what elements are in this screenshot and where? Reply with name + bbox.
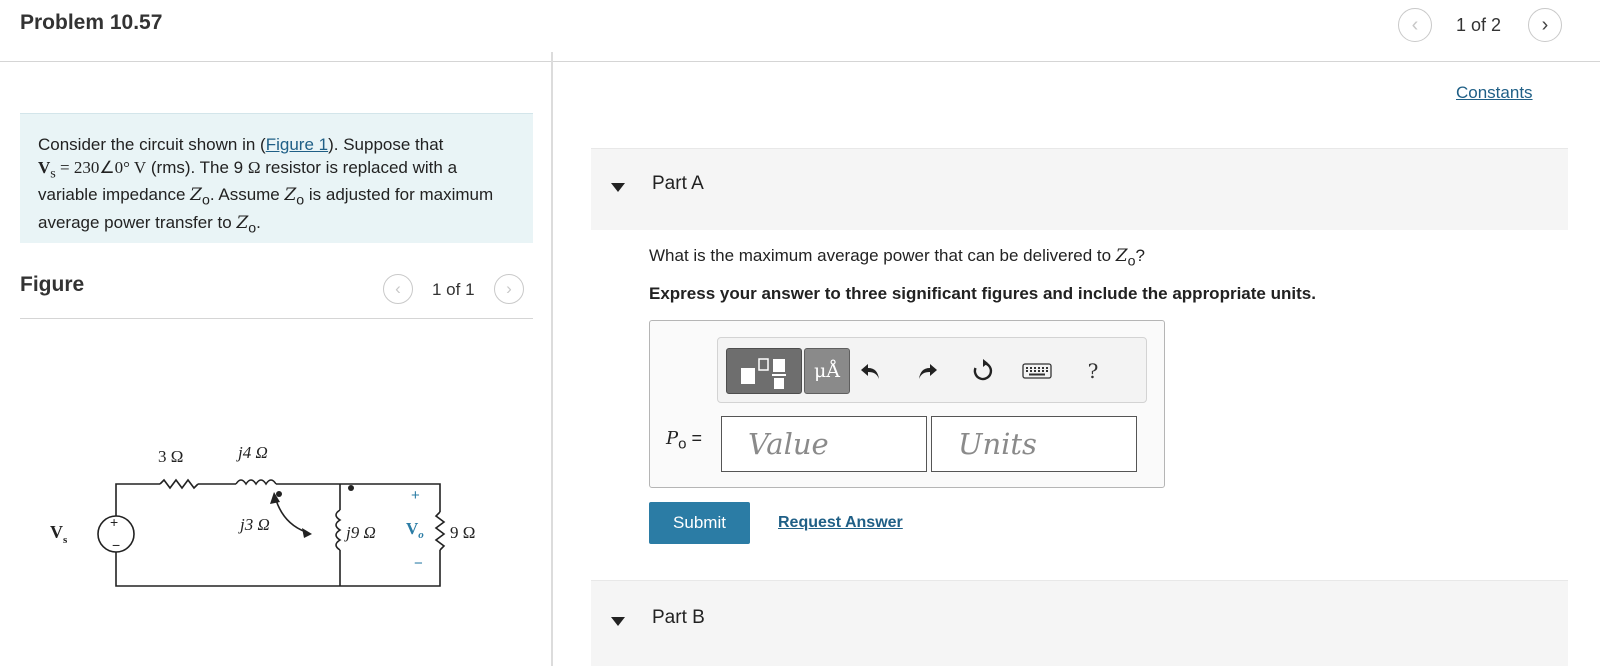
help-button[interactable]: ? (1078, 356, 1108, 386)
undo-button[interactable] (856, 356, 886, 386)
keyboard-button[interactable] (1020, 356, 1054, 386)
request-answer-link[interactable]: Request Answer (778, 514, 903, 532)
problem-header: Problem 10.57 ‹ 1 of 2 › (0, 0, 1600, 62)
zo-symbol-2: Z (284, 185, 297, 206)
caret-down-icon (611, 183, 625, 192)
redo-button[interactable] (912, 356, 942, 386)
constants-link[interactable]: Constants (1456, 83, 1533, 103)
label-3ohm: 3 Ω (158, 447, 183, 466)
question-text: What is the maximum average power that c… (649, 246, 1116, 265)
help-icon: ? (1087, 359, 1099, 383)
reset-icon (973, 359, 993, 381)
prompt-intro: Consider the circuit shown in ( (38, 135, 266, 154)
reset-button[interactable] (968, 356, 998, 386)
caret-down-icon (611, 617, 625, 626)
vs-symbol: V (38, 157, 51, 177)
zo-symbol-3: Z (236, 213, 249, 234)
label-j4ohm: j4 Ω (236, 443, 268, 462)
value-input[interactable] (721, 416, 927, 472)
templates-button[interactable] (726, 348, 802, 394)
source-plus-sign: + (110, 514, 118, 530)
panel-divider (551, 52, 553, 666)
previous-problem-button[interactable]: ‹ (1398, 8, 1432, 42)
problem-prompt: Consider the circuit shown in (Figure 1)… (20, 113, 533, 243)
next-figure-button[interactable]: › (494, 274, 524, 304)
resistor-9ohm-symbol (434, 511, 446, 551)
inductor-j4-symbol (235, 479, 277, 486)
chevron-right-icon: › (506, 279, 512, 298)
coupling-arrow (275, 499, 307, 533)
templates-icon (741, 358, 786, 389)
prompt-after-link: ). Suppose that (328, 135, 444, 154)
units-icon: μÅ (813, 360, 841, 382)
part-a-header[interactable]: Part A (591, 148, 1568, 230)
units-button[interactable]: μÅ (804, 348, 850, 394)
source-minus-sign: − (112, 537, 120, 553)
previous-figure-button[interactable]: ‹ (383, 274, 413, 304)
part-b-title: Part B (652, 607, 705, 628)
undo-icon (861, 364, 879, 379)
problem-page-count: 1 of 2 (1456, 15, 1502, 35)
prompt-line3: . Assume (209, 185, 285, 205)
zo-sub-2: o (296, 192, 305, 209)
label-vo: Vo (406, 519, 424, 541)
vs-value: = 230∠0° V (55, 157, 147, 177)
zo-sub: o (201, 192, 210, 209)
keyboard-icon (1022, 363, 1052, 379)
figure-divider (20, 318, 533, 319)
answer-label-eq: = (686, 428, 702, 448)
inductor-j9-symbol (335, 509, 342, 551)
question-z: Z (1115, 246, 1128, 266)
chevron-left-icon: ‹ (395, 279, 401, 298)
units-input[interactable] (931, 416, 1137, 472)
part-a-title: Part A (652, 173, 704, 194)
label-vs: Vs (50, 522, 68, 546)
ohm-symbol: Ω (247, 157, 261, 177)
part-a-instruction: Express your answer to three significant… (649, 284, 1316, 303)
redo-icon (919, 364, 937, 379)
dot-marker-left (276, 491, 282, 497)
figure-page-count: 1 of 1 (432, 280, 475, 299)
circuit-diagram: + − Vs 3 Ω j4 Ω j3 Ω j9 Ω + Vo − 9 Ω (50, 443, 475, 587)
answer-box: μÅ ? Po = Value Units (649, 320, 1165, 488)
figure-heading: Figure (20, 273, 85, 296)
answer-label: Po = (666, 428, 702, 453)
chevron-right-icon: › (1541, 13, 1549, 36)
figure-link[interactable]: Figure 1 (266, 135, 328, 154)
label-j3ohm: j3 Ω (238, 515, 270, 534)
prompt-end: . (256, 213, 261, 233)
vo-minus-sign: − (414, 555, 423, 572)
question-end: ? (1135, 246, 1145, 265)
prompt-text: Consider the circuit shown in (Figure 1)… (38, 134, 518, 240)
rms-text: (rms). The 9 (146, 157, 248, 177)
dot-marker-right (348, 485, 354, 491)
submit-button[interactable]: Submit (649, 502, 750, 544)
zo-symbol: Z (190, 185, 202, 206)
label-9ohm: 9 Ω (450, 523, 475, 542)
label-j9ohm: j9 Ω (344, 523, 376, 542)
zo-sub-3: o (248, 220, 257, 237)
vo-plus-sign: + (411, 487, 420, 504)
chevron-left-icon: ‹ (1411, 13, 1419, 36)
part-b-header[interactable]: Part B (591, 580, 1568, 666)
next-problem-button[interactable]: › (1528, 8, 1562, 42)
math-toolbar: μÅ ? (717, 337, 1147, 403)
answer-label-p: P (666, 428, 679, 449)
part-a-question: What is the maximum average power that c… (649, 246, 1145, 269)
resistor-3ohm-symbol (159, 478, 199, 490)
problem-title: Problem 10.57 (20, 11, 163, 34)
